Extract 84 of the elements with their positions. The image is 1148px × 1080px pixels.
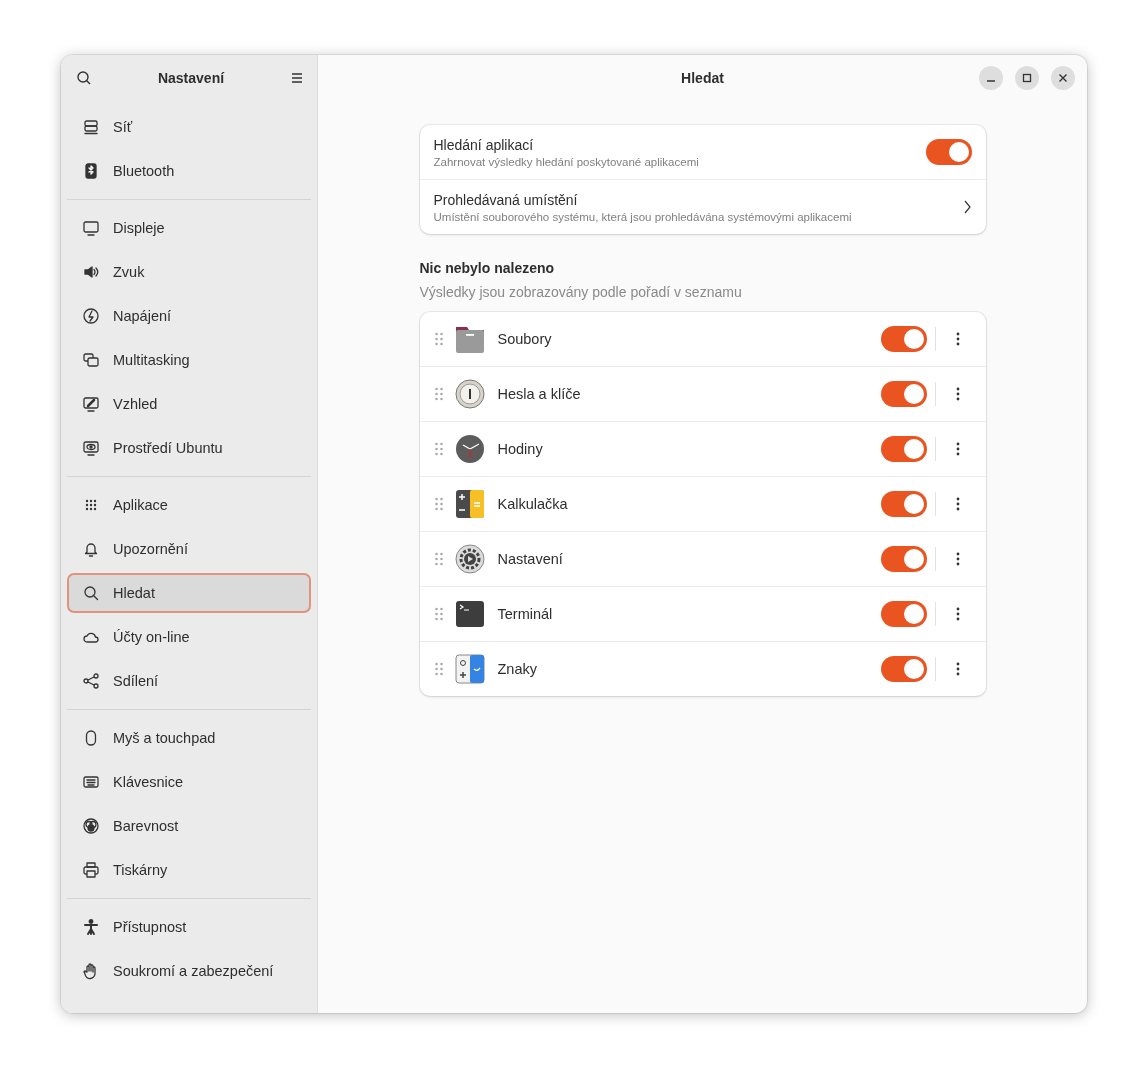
sidebar-item-icon <box>82 540 100 558</box>
keyhole-icon <box>453 378 486 410</box>
toggle-switch[interactable] <box>880 326 927 352</box>
more-icon <box>955 387 960 401</box>
sidebar-item-icon <box>82 861 100 879</box>
sidebar-item[interactable]: Přístupnost <box>67 907 311 947</box>
drag-handle-icon[interactable] <box>433 441 444 457</box>
drag-handle-icon[interactable] <box>433 386 444 402</box>
sidebar-item[interactable]: Displeje <box>67 208 311 248</box>
minimize-icon <box>987 80 995 82</box>
maximize-icon <box>1022 73 1032 83</box>
search-icon <box>75 69 93 87</box>
more-icon <box>955 442 960 456</box>
section-heading: Nic nebylo nalezeno <box>419 260 556 276</box>
app-name: Znaky <box>497 661 538 677</box>
close-icon <box>1058 73 1068 83</box>
setting-subtitle: Zahrnovat výsledky hledání poskytované aplikacemi <box>433 155 700 168</box>
sidebar-item[interactable]: Tiskárny <box>67 850 311 890</box>
more-icon <box>955 662 960 676</box>
sidebar-item[interactable]: Sdílení <box>67 661 311 701</box>
app-name: Soubory <box>497 331 553 347</box>
toggle-switch[interactable] <box>880 656 927 682</box>
menu-icon <box>289 70 305 86</box>
app-name: Hodiny <box>497 441 544 457</box>
sidebar-item-icon <box>82 672 100 690</box>
sidebar-item[interactable]: Soukromí a zabezpečení <box>67 951 311 991</box>
page-title: Hledat <box>681 70 724 86</box>
sidebar-item[interactable]: Klávesnice <box>67 762 311 802</box>
drag-handle-icon[interactable] <box>433 606 444 622</box>
sidebar-item[interactable]: Upozornění <box>67 529 311 569</box>
close-button[interactable] <box>1051 66 1075 90</box>
sidebar-item[interactable]: Vzhled <box>67 384 311 424</box>
gear-icon <box>453 543 486 575</box>
sidebar-item-icon <box>82 118 100 136</box>
toggle-switch[interactable] <box>880 601 927 627</box>
sidebar-item[interactable]: Zvuk <box>67 252 311 292</box>
clock-icon <box>453 433 486 465</box>
sidebar-item-icon <box>82 584 100 602</box>
sidebar-item[interactable]: Síť <box>67 107 311 147</box>
more-icon <box>955 607 960 621</box>
sidebar-item[interactable]: Bluetooth <box>67 151 311 191</box>
toggle-switch[interactable] <box>880 381 927 407</box>
minimize-button[interactable] <box>979 66 1003 90</box>
app-name: Kalkulačka <box>497 496 569 512</box>
app-name: Hesla a klíče <box>497 386 582 402</box>
sidebar-item-icon <box>82 395 100 413</box>
setting-subtitle: Umístění souborového systému, která jsou prohledávána systémovými aplikacemi <box>433 210 853 223</box>
app-name: Terminál <box>497 606 554 622</box>
sidebar-item-icon <box>82 817 100 835</box>
more-icon <box>955 552 960 566</box>
more-icon <box>955 497 960 511</box>
sidebar-item[interactable]: Napájení <box>67 296 311 336</box>
sidebar-item[interactable]: Účty on-line <box>67 617 311 657</box>
drag-handle-icon[interactable] <box>433 661 444 677</box>
drag-handle-icon[interactable] <box>433 551 444 567</box>
more-icon <box>955 332 960 346</box>
maximize-button[interactable] <box>1015 66 1039 90</box>
setting-title: Prohledávaná umístění <box>433 191 579 208</box>
app-name: Nastavení <box>497 551 564 567</box>
toggle-switch[interactable] <box>880 491 927 517</box>
characters-icon <box>453 653 486 685</box>
sidebar-item[interactable]: Prostředí Ubuntu <box>67 428 311 468</box>
drag-handle-icon[interactable] <box>433 331 444 347</box>
sidebar-item[interactable]: Hledat <box>67 573 311 613</box>
sidebar-item-icon <box>82 219 100 237</box>
toggle-switch[interactable] <box>880 546 927 572</box>
sidebar-item-icon <box>82 439 100 457</box>
sidebar-item[interactable]: Myš a touchpad <box>67 718 311 758</box>
drag-handle-icon[interactable] <box>433 496 444 512</box>
sidebar-item[interactable]: Barevnost <box>67 806 311 846</box>
sidebar-item-icon <box>82 918 100 936</box>
sidebar-item-icon <box>82 351 100 369</box>
terminal-icon <box>453 598 486 630</box>
sidebar-item-icon <box>82 773 100 791</box>
sidebar-title: Nastavení <box>157 70 225 86</box>
toggle-switch[interactable] <box>880 436 927 462</box>
calculator-icon <box>453 488 486 520</box>
setting-title: Hledání aplikací <box>433 136 535 153</box>
sidebar-item[interactable]: Aplikace <box>67 485 311 525</box>
toggle-switch[interactable] <box>925 139 972 165</box>
section-description: Výsledky jsou zobrazovány podle pořadí v seznamu <box>419 284 743 300</box>
sidebar-item-icon <box>82 162 100 180</box>
sidebar-item-icon <box>82 307 100 325</box>
sidebar-item[interactable]: Multitasking <box>67 340 311 380</box>
